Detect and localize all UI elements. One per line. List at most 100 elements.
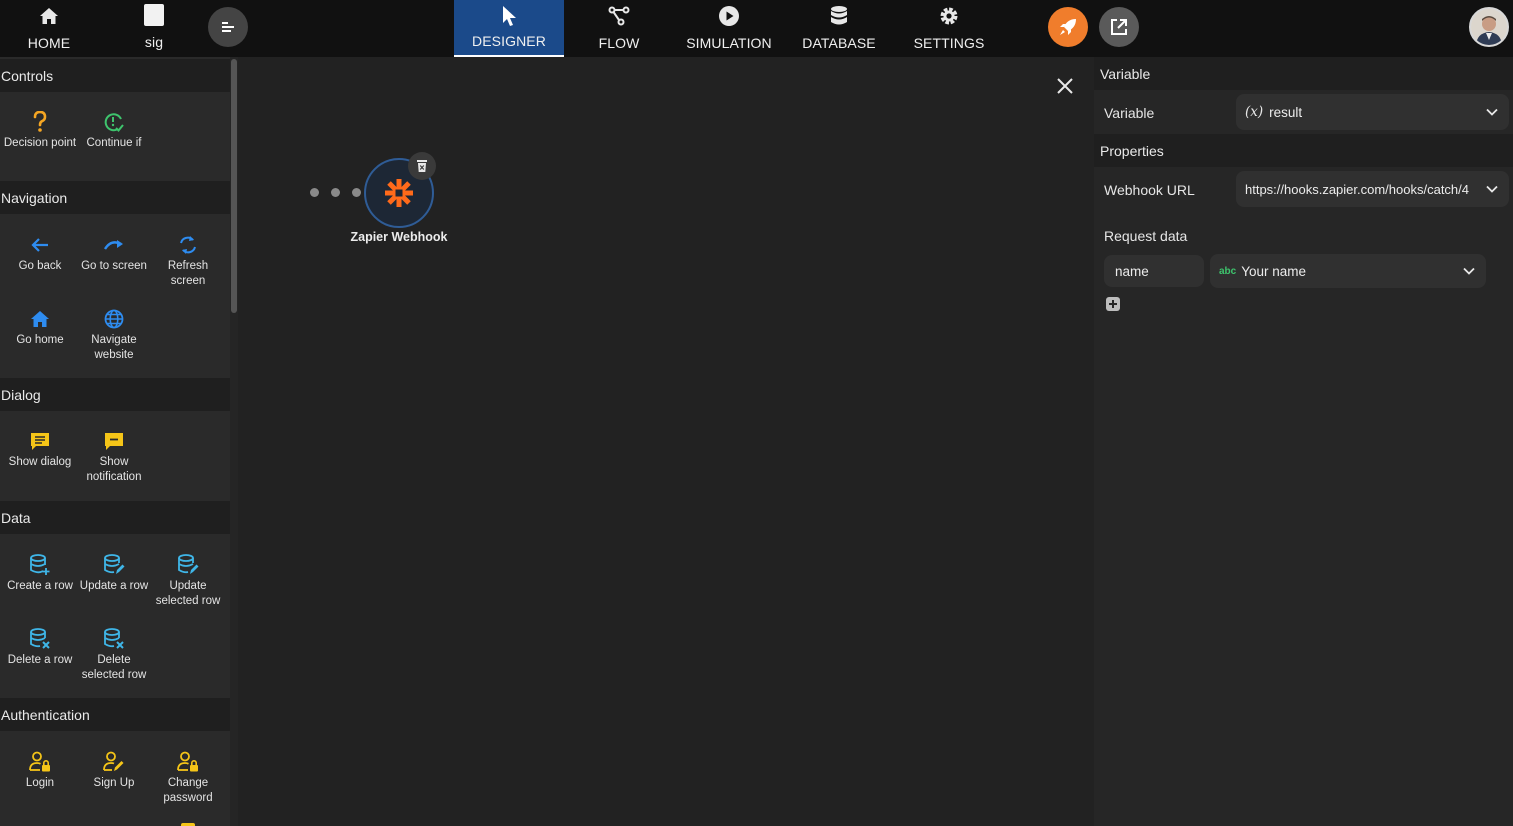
- section-header-controls: Controls: [0, 59, 230, 92]
- connector-dot: [331, 188, 340, 197]
- scrollbar-thumb[interactable]: [231, 59, 237, 313]
- add-request-row-button[interactable]: [1106, 297, 1120, 311]
- tool-label: Go to screen: [81, 260, 147, 272]
- section-header-data: Data: [0, 501, 230, 534]
- tool-label: Refresh screen: [167, 260, 209, 287]
- play-icon: [718, 5, 740, 27]
- external-link-icon: [1111, 19, 1127, 35]
- connector-dot: [310, 188, 319, 197]
- tool-show-dialog[interactable]: Show dialog: [3, 429, 77, 470]
- check-clock-icon: [103, 110, 125, 134]
- tool-label: Navigate website: [91, 334, 137, 361]
- tool-change-password[interactable]: Change password: [151, 750, 225, 806]
- refresh-icon: [178, 233, 198, 257]
- close-icon[interactable]: [1054, 75, 1076, 97]
- tool-label: Update a row: [79, 580, 149, 592]
- open-preview-button[interactable]: [1099, 7, 1139, 47]
- tool-go-home[interactable]: Go home: [3, 307, 77, 348]
- tool-login[interactable]: Login: [3, 750, 77, 791]
- question-icon: [33, 110, 47, 134]
- tab-designer[interactable]: DESIGNER: [454, 0, 564, 57]
- webhook-url-value: https://hooks.zapier.com/hooks/catch/4: [1245, 181, 1470, 197]
- db-add-icon: [29, 553, 51, 577]
- actions-panel-scrollbar[interactable]: [230, 57, 238, 826]
- user-edit-icon: [103, 750, 125, 774]
- app-nav[interactable]: sig: [128, 0, 180, 57]
- connector-dots[interactable]: [310, 188, 361, 197]
- connector-dot: [352, 188, 361, 197]
- section-header-navigation: Navigation: [0, 181, 230, 214]
- tool-label: Update selected row: [155, 580, 221, 607]
- variable-select[interactable]: (x) result: [1236, 94, 1509, 130]
- tab-label: FLOW: [598, 35, 640, 51]
- tab-flow[interactable]: FLOW: [574, 0, 664, 57]
- tool-navigate-website[interactable]: Navigate website: [77, 307, 151, 363]
- notification-icon: [104, 429, 124, 453]
- section-header-dialog: Dialog: [0, 378, 230, 411]
- menu-toggle-button[interactable]: [208, 7, 248, 47]
- tool-label: Change password: [163, 777, 213, 804]
- tool-go-back[interactable]: Go back: [3, 233, 77, 274]
- chevron-down-icon: [1486, 185, 1498, 193]
- tool-create-a-row[interactable]: Create a row: [3, 553, 77, 594]
- flow-canvas[interactable]: Zapier Webhook: [238, 57, 1094, 826]
- tab-label: SETTINGS: [913, 35, 985, 51]
- home-nav[interactable]: HOME: [18, 0, 80, 57]
- variable-label: Variable: [1104, 105, 1155, 121]
- globe-icon: [104, 307, 124, 331]
- chevron-down-icon: [1486, 108, 1498, 116]
- publish-button[interactable]: [1048, 7, 1088, 47]
- tool-go-to-screen[interactable]: Go to screen: [77, 233, 151, 274]
- delete-node-button[interactable]: [408, 152, 436, 180]
- document-icon: [143, 3, 165, 27]
- variable-prefix-icon: (x): [1245, 104, 1264, 120]
- tool-continue-if[interactable]: Continue if: [77, 110, 151, 151]
- tool-delete-a-row[interactable]: Delete a row: [3, 627, 77, 668]
- tool-label: Sign Up: [93, 777, 135, 789]
- tool-label: Delete a row: [7, 654, 73, 666]
- section-header-authentication: Authentication: [0, 698, 230, 731]
- home-label: HOME: [27, 35, 71, 51]
- cursor-icon: [501, 5, 517, 27]
- gear-icon: [938, 5, 960, 27]
- flow-icon: [608, 5, 630, 27]
- request-value: Your name: [1241, 263, 1307, 279]
- tab-label: DESIGNER: [472, 33, 546, 49]
- chevron-down-icon: [1463, 267, 1475, 275]
- actions-panel: Controls Decision point Continue if Navi…: [0, 57, 238, 826]
- request-data-label: Request data: [1104, 228, 1188, 244]
- tab-database[interactable]: DATABASE: [794, 0, 884, 57]
- rocket-icon: [1060, 19, 1076, 35]
- tool-update-selected-row[interactable]: Update selected row: [151, 553, 225, 609]
- tool-update-a-row[interactable]: Update a row: [77, 553, 151, 594]
- tool-delete-selected-row[interactable]: Delete selected row: [77, 627, 151, 683]
- top-bar: HOME sig DESIGNER FLOW SIMULATION DATABA…: [0, 0, 1513, 57]
- tool-show-notification[interactable]: Show notification: [77, 429, 151, 485]
- tool-label: Decision point: [3, 137, 77, 149]
- db-edit-icon: [177, 553, 199, 577]
- database-icon: [830, 5, 848, 27]
- tab-label: DATABASE: [802, 35, 876, 51]
- tool-label: Show dialog: [8, 456, 72, 468]
- tool-sign-up[interactable]: Sign Up: [77, 750, 151, 791]
- webhook-url-select[interactable]: https://hooks.zapier.com/hooks/catch/4: [1236, 171, 1509, 207]
- variable-value: result: [1269, 104, 1303, 120]
- tool-decision-point[interactable]: Decision point: [3, 110, 77, 151]
- redo-icon: [103, 233, 125, 257]
- properties-panel: Variable Variable (x) result Properties …: [1094, 57, 1513, 826]
- tool-label: Show notification: [86, 456, 142, 483]
- tool-label: Continue if: [86, 137, 142, 149]
- avatar-image: [1471, 9, 1507, 45]
- home-icon: [39, 5, 59, 27]
- tab-label: SIMULATION: [686, 35, 772, 51]
- tool-label: Delete selected row: [81, 654, 147, 681]
- home-icon: [30, 307, 50, 331]
- tab-simulation[interactable]: SIMULATION: [676, 0, 782, 57]
- db-edit-icon: [103, 553, 125, 577]
- user-avatar[interactable]: [1469, 7, 1509, 47]
- request-key-field[interactable]: name: [1104, 255, 1204, 287]
- tool-refresh-screen[interactable]: Refresh screen: [151, 233, 225, 289]
- tab-settings[interactable]: SETTINGS: [906, 0, 992, 57]
- tool-label: Go back: [18, 260, 62, 272]
- request-value-select[interactable]: abc Your name: [1210, 254, 1486, 288]
